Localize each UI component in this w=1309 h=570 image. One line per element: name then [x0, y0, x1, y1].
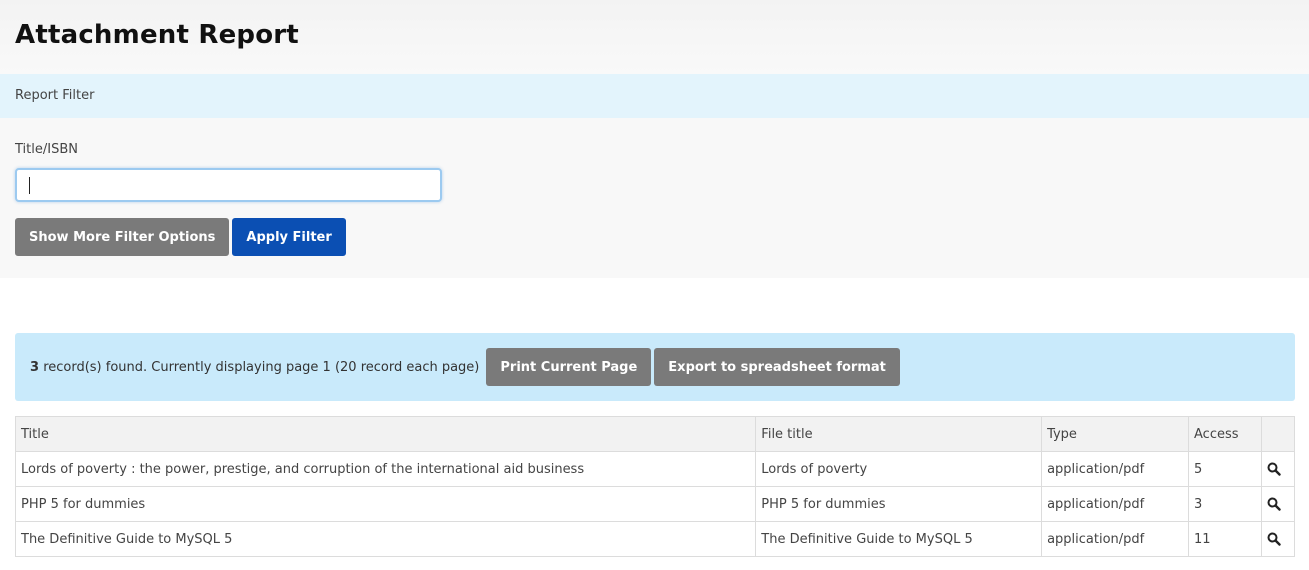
cell-access: 3 [1188, 486, 1262, 522]
title-isbn-label: Title/ISBN [15, 142, 78, 157]
cell-action [1260, 451, 1296, 487]
cell-title: Lords of poverty : the power, prestige, … [14, 451, 757, 487]
cell-action [1260, 486, 1296, 522]
column-header-title[interactable]: Title [14, 416, 757, 452]
table-header-row: Title File title Type Access [14, 416, 1296, 452]
records-info-bar: 3 record(s) found. Currently displaying … [15, 333, 1295, 401]
column-header-file-title[interactable]: File title [755, 416, 1043, 452]
table-row: The Definitive Guide to MySQL 5 The Defi… [14, 521, 1296, 557]
apply-filter-button[interactable]: Apply Filter [232, 218, 346, 256]
record-count-text: record(s) found. Currently displaying pa… [43, 359, 480, 375]
search-icon[interactable] [1267, 497, 1281, 511]
print-current-page-button[interactable]: Print Current Page [486, 348, 652, 386]
record-count-message: record(s) found. Currently displaying pa… [39, 360, 479, 375]
cell-action [1260, 521, 1296, 557]
cell-type: application/pdf [1041, 521, 1190, 557]
table-row: PHP 5 for dummies PHP 5 for dummies appl… [14, 486, 1296, 522]
record-count: 3 [30, 359, 40, 375]
cell-type: application/pdf [1041, 451, 1190, 487]
attachment-table: Title File title Type Access Lords of po… [14, 416, 1296, 557]
cell-title: PHP 5 for dummies [14, 486, 757, 522]
cell-title: The Definitive Guide to MySQL 5 [14, 521, 757, 557]
title-isbn-input[interactable] [15, 168, 442, 202]
text-caret [29, 177, 30, 194]
cell-type: application/pdf [1041, 486, 1190, 522]
search-icon[interactable] [1267, 462, 1281, 476]
cell-access: 5 [1188, 451, 1262, 487]
cell-file-title: The Definitive Guide to MySQL 5 [755, 521, 1043, 557]
column-header-action [1260, 416, 1296, 452]
cell-file-title: Lords of poverty [755, 451, 1043, 487]
filter-button-row: Show More Filter Options Apply Filter [15, 218, 1294, 256]
cell-file-title: PHP 5 for dummies [755, 486, 1043, 522]
column-header-type[interactable]: Type [1041, 416, 1190, 452]
cell-access: 11 [1188, 521, 1262, 557]
search-icon[interactable] [1267, 532, 1281, 546]
filter-panel: Title/ISBN Show More Filter Options Appl… [0, 118, 1309, 278]
report-filter-label: Report Filter [15, 88, 95, 103]
export-spreadsheet-button[interactable]: Export to spreadsheet format [654, 348, 900, 386]
column-header-access[interactable]: Access [1188, 416, 1262, 452]
report-filter-bar: Report Filter [0, 74, 1309, 118]
page-header: Attachment Report [0, 0, 1309, 74]
page-title: Attachment Report [15, 20, 299, 50]
table-row: Lords of poverty : the power, prestige, … [14, 451, 1296, 487]
show-more-filter-options-button[interactable]: Show More Filter Options [15, 218, 230, 256]
